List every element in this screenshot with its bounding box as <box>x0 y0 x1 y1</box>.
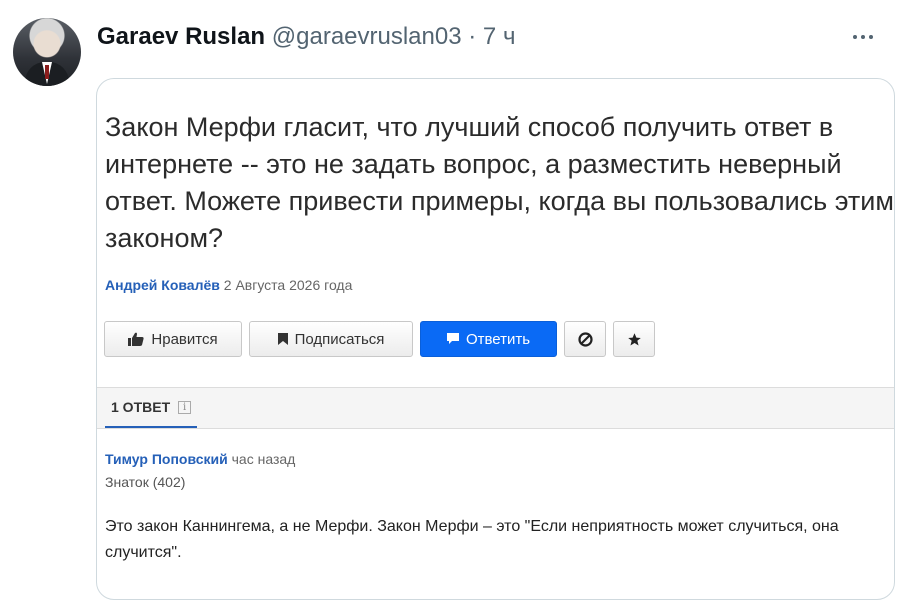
like-label: Нравится <box>151 330 218 348</box>
block-icon <box>577 331 593 347</box>
separator-dot: · <box>468 23 477 50</box>
more-dot <box>861 35 865 39</box>
embedded-screenshot-card[interactable]: Закон Мерфи гласит, что лучший способ по… <box>96 78 895 600</box>
star-icon <box>627 332 641 345</box>
question-author-link[interactable]: Андрей Ковалёв <box>105 277 220 293</box>
subscribe-label: Подписаться <box>294 330 385 348</box>
answer-text: Это закон Каннингема, а не Мерфи. Закон … <box>105 518 839 561</box>
answer-time: час назад <box>231 451 296 467</box>
reply-label: Ответить <box>465 330 531 348</box>
more-icon[interactable] <box>846 24 880 50</box>
answer-author-link[interactable]: Тимур Поповский <box>105 451 228 467</box>
like-button[interactable]: Нравится <box>104 321 242 357</box>
subscribe-button[interactable]: Подписаться <box>249 321 413 357</box>
user-handle[interactable]: @garaevruslan03 <box>272 23 462 50</box>
info-icon[interactable]: i <box>178 400 192 414</box>
avatar-tie <box>45 65 49 79</box>
answers-tab-bar: 1 ОТВЕТ i <box>97 388 894 429</box>
bookmark-icon <box>277 333 288 345</box>
display-name[interactable]: Garaev Ruslan <box>97 23 265 50</box>
tab-answers[interactable]: 1 ОТВЕТ i <box>105 388 198 428</box>
question-date: 2 Августа 2026 года <box>223 277 353 293</box>
more-dot <box>853 35 857 39</box>
comment-icon <box>446 333 459 344</box>
answer-author-rank: Знаток (402) <box>105 474 186 490</box>
question-title: Закон Мерфи гласит, что лучший способ по… <box>105 112 894 253</box>
reply-button[interactable]: Ответить <box>420 321 557 357</box>
answer-meta: Тимур Поповский час назад <box>105 451 295 467</box>
thumbs-up-icon <box>128 332 144 346</box>
more-dot <box>869 35 873 39</box>
question-meta: Андрей Ковалёв 2 Августа 2026 года <box>105 277 352 293</box>
block-button[interactable] <box>564 321 606 357</box>
favorite-button[interactable] <box>613 321 655 357</box>
answers-count-label: 1 ОТВЕТ <box>111 399 171 415</box>
tweet-time[interactable]: 7 ч <box>483 23 516 50</box>
tweet-header: Garaev Ruslan @garaevruslan03 · 7 ч <box>97 22 515 52</box>
avatar[interactable] <box>13 18 81 86</box>
